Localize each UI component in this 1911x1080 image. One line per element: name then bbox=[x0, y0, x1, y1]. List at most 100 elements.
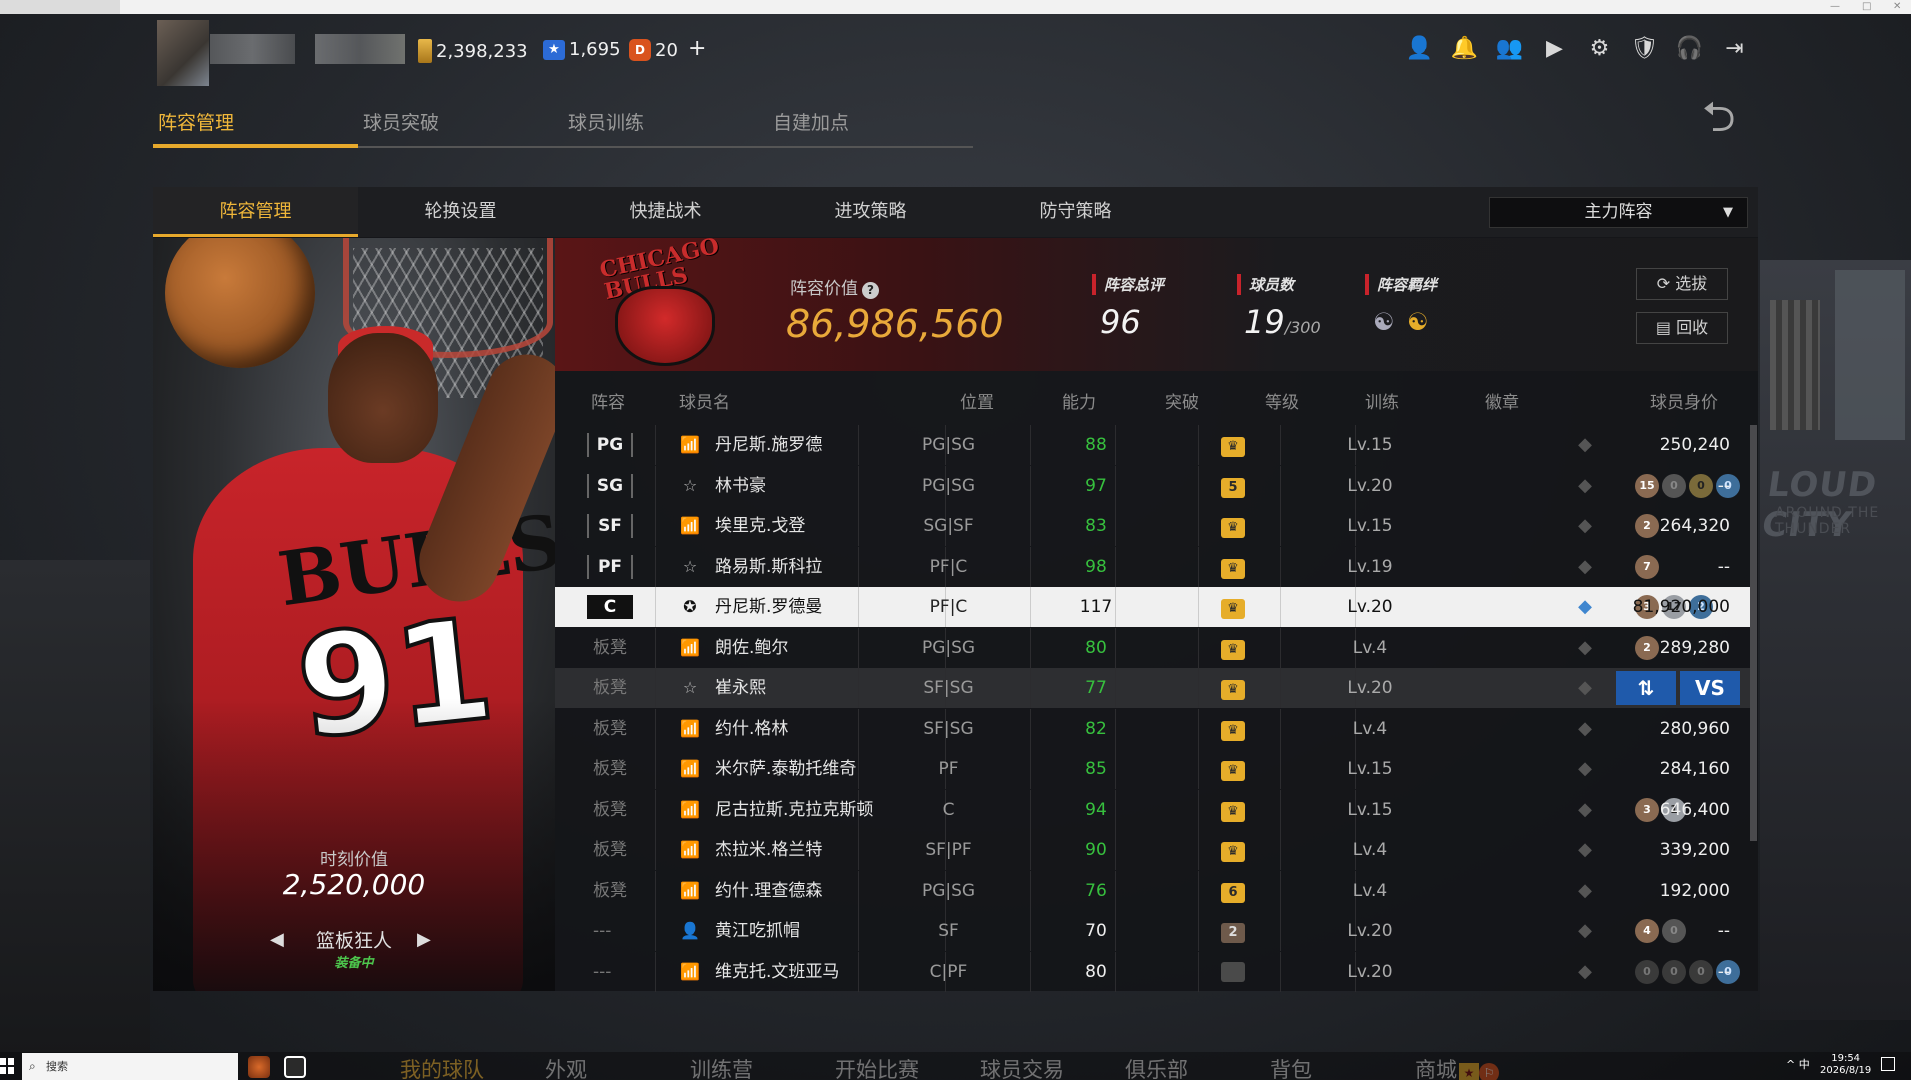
tab-breakthrough[interactable]: 球员突破 bbox=[358, 108, 563, 148]
training-icon[interactable]: ◆ bbox=[1570, 516, 1600, 536]
training-icon[interactable]: ◆ bbox=[1570, 961, 1600, 982]
video-icon[interactable]: ▶ bbox=[1540, 34, 1569, 62]
taskbar-search[interactable]: ⌕ 搜索 bbox=[22, 1053, 238, 1080]
training-icon[interactable]: ◆ bbox=[1570, 799, 1600, 820]
badge-icon[interactable]: 3 bbox=[1635, 797, 1659, 822]
shield-icon[interactable]: 🛡 bbox=[1630, 34, 1659, 62]
position-slot[interactable]: SF bbox=[587, 514, 633, 538]
training-icon[interactable]: ◆ bbox=[1570, 678, 1600, 698]
bond-icon-2[interactable]: ☯ bbox=[1407, 308, 1429, 336]
badge-icon[interactable]: 15 bbox=[1635, 473, 1659, 498]
breakthrough-icon[interactable]: ♛ bbox=[1221, 437, 1245, 457]
breakthrough-icon[interactable]: 5 bbox=[1221, 477, 1245, 498]
table-row[interactable]: PG 📶 丹尼斯.施罗德 PG|SG 88 ♛ Lv.15 ◆ 250,240 bbox=[555, 425, 1750, 465]
badge-icon[interactable]: 4 bbox=[1635, 919, 1659, 943]
breakthrough-icon[interactable]: 2 bbox=[1221, 923, 1245, 943]
help-icon[interactable]: ? bbox=[862, 282, 879, 299]
breakthrough-icon[interactable]: ♛ bbox=[1221, 558, 1245, 579]
table-row[interactable]: 板凳 📶 杰拉米.格兰特 SF|PF 90 ♛ Lv.4 ◆ 339,200 bbox=[555, 830, 1750, 870]
breakthrough-icon[interactable] bbox=[1221, 961, 1245, 982]
player-name[interactable]: 约什.格林 bbox=[715, 709, 788, 749]
player-name[interactable]: 约什.理查德森 bbox=[715, 871, 822, 911]
breakthrough-icon[interactable]: ♛ bbox=[1221, 720, 1245, 741]
badge-icon[interactable]: 2 bbox=[1635, 514, 1659, 538]
breakthrough-icon[interactable]: ♛ bbox=[1221, 639, 1245, 660]
table-row[interactable]: --- 👤 黄江吃抓帽 SF 70 2 Lv.20 ◆ 4 0 -- bbox=[555, 911, 1750, 951]
table-row[interactable]: C ✪ 丹尼斯.罗德曼 PF|C 117 ♛ Lv.20 ◆ 3 17 2 81,920,000 bbox=[555, 587, 1750, 627]
col-training[interactable]: 训练 bbox=[1365, 388, 1399, 413]
player-name[interactable]: 丹尼斯.罗德曼 bbox=[715, 587, 822, 627]
select-button[interactable]: ⟳ 选拔 bbox=[1636, 268, 1728, 300]
minimize-icon[interactable]: — bbox=[1830, 0, 1840, 14]
player-name[interactable]: 尼古拉斯.克拉克斯顿 bbox=[715, 790, 873, 830]
player-name[interactable]: 林书豪 bbox=[715, 466, 766, 506]
table-row[interactable]: --- 📶 维克托.文班亚马 C|PF 80 Lv.20 ◆ 0 0 0 0 -- bbox=[555, 951, 1750, 992]
back-arrow-icon[interactable]: ⮌ bbox=[1702, 96, 1736, 138]
player-name[interactable]: 崔永熙 bbox=[715, 668, 766, 708]
training-icon[interactable]: ◆ bbox=[1570, 435, 1600, 455]
subtab-defense[interactable]: 防守策略 bbox=[973, 187, 1178, 237]
table-row[interactable]: 板凳 📶 朗佐.鲍尔 PG|SG 80 ♛ Lv.4 ◆ 2 289,280 bbox=[555, 627, 1750, 668]
col-breakthrough[interactable]: 突破 bbox=[1165, 388, 1199, 413]
bond-icon-1[interactable]: ☯ bbox=[1373, 308, 1395, 336]
training-icon[interactable]: ◆ bbox=[1570, 718, 1600, 739]
headset-icon[interactable]: 🎧 bbox=[1675, 34, 1704, 62]
col-slot[interactable]: 阵容 bbox=[591, 388, 625, 413]
taskbar-clock[interactable]: 19:54 2026/8/19 bbox=[1820, 1053, 1871, 1077]
table-row[interactable]: 板凳 📶 约什.格林 SF|SG 82 ♛ Lv.4 ◆ 280,960 bbox=[555, 708, 1750, 749]
subtab-offense[interactable]: 进攻策略 bbox=[768, 187, 973, 237]
windows-start-icon[interactable] bbox=[0, 1058, 14, 1074]
badge-icon[interactable]: 0 bbox=[1689, 959, 1713, 984]
qq-app-icon[interactable] bbox=[284, 1056, 306, 1078]
training-icon[interactable]: ◆ bbox=[1570, 556, 1600, 577]
table-row[interactable]: 板凳 📶 米尔萨.泰勒托维奇 PF 85 ♛ Lv.15 ◆ 284,160 bbox=[555, 749, 1750, 789]
col-badges[interactable]: 徽章 bbox=[1485, 388, 1519, 413]
system-tray[interactable]: ^ 中 bbox=[1786, 1056, 1810, 1072]
next-card-arrow-icon[interactable]: ▶ bbox=[417, 929, 431, 950]
maximize-icon[interactable]: □ bbox=[1862, 0, 1871, 14]
training-icon[interactable]: ◆ bbox=[1570, 597, 1600, 617]
player-name[interactable]: 埃里克.戈登 bbox=[715, 506, 805, 546]
col-level[interactable]: 等级 bbox=[1265, 388, 1299, 413]
add-currency-button[interactable]: + bbox=[688, 36, 706, 61]
position-slot[interactable]: PF bbox=[587, 554, 633, 579]
badge-icon[interactable]: 0 bbox=[1662, 473, 1686, 498]
notification-icon[interactable] bbox=[1881, 1057, 1895, 1071]
player-name[interactable]: 米尔萨.泰勒托维奇 bbox=[715, 749, 856, 789]
swap-button[interactable]: ⇅ bbox=[1616, 671, 1676, 705]
breakthrough-icon[interactable]: 6 bbox=[1221, 882, 1245, 903]
breakthrough-icon[interactable]: ♛ bbox=[1221, 518, 1245, 538]
training-icon[interactable]: ◆ bbox=[1570, 475, 1600, 496]
game-app-icon[interactable] bbox=[248, 1056, 270, 1078]
compare-button[interactable]: VS bbox=[1680, 671, 1740, 705]
bell-icon[interactable]: 🔔 bbox=[1450, 34, 1479, 62]
browser-tab[interactable] bbox=[0, 0, 120, 14]
friends-icon[interactable]: 👥 bbox=[1495, 34, 1524, 62]
player-name[interactable]: 黄江吃抓帽 bbox=[715, 911, 800, 951]
position-slot[interactable]: PG bbox=[587, 433, 633, 457]
player-name[interactable]: 杰拉米.格兰特 bbox=[715, 830, 822, 870]
badge-icon[interactable]: 0 bbox=[1635, 959, 1659, 984]
table-row[interactable]: 板凳 📶 尼古拉斯.克拉克斯顿 C 94 ♛ Lv.15 ◆ 3 1 646,400 bbox=[555, 789, 1750, 830]
breakthrough-icon[interactable]: ♛ bbox=[1221, 761, 1245, 781]
breakthrough-icon[interactable]: ♛ bbox=[1221, 801, 1245, 822]
badge-icon[interactable]: 2 bbox=[1635, 635, 1659, 660]
badge-icon[interactable]: 0 bbox=[1689, 473, 1713, 498]
player-name[interactable]: 路易斯.斯科拉 bbox=[715, 547, 822, 587]
training-icon[interactable]: ◆ bbox=[1570, 637, 1600, 658]
training-icon[interactable]: ◆ bbox=[1570, 759, 1600, 779]
player-name[interactable]: 维克托.文班亚马 bbox=[715, 952, 839, 992]
table-row[interactable]: 板凳 ☆ 崔永熙 SF|SG 77 ♛ Lv.20 ◆ ⇅ VS bbox=[555, 668, 1750, 708]
training-icon[interactable]: ◆ bbox=[1570, 921, 1600, 941]
recycle-button[interactable]: ▤ 回收 bbox=[1636, 312, 1728, 344]
col-position[interactable]: 位置 bbox=[960, 388, 994, 413]
tab-lineup[interactable]: 阵容管理 bbox=[153, 108, 358, 148]
subtab-quick-tactics[interactable]: 快捷战术 bbox=[563, 187, 768, 237]
lineup-select[interactable]: 主力阵容 ▼ bbox=[1489, 197, 1748, 228]
subtab-lineup[interactable]: 阵容管理 bbox=[153, 187, 358, 237]
table-row[interactable]: 板凳 📶 约什.理查德森 PG|SG 76 6 Lv.4 ◆ 192,000 bbox=[555, 870, 1750, 911]
breakthrough-icon[interactable]: ♛ bbox=[1221, 680, 1245, 700]
breakthrough-icon[interactable]: ♛ bbox=[1221, 599, 1245, 619]
close-icon[interactable]: ✕ bbox=[1893, 0, 1901, 14]
player-name[interactable]: 朗佐.鲍尔 bbox=[715, 628, 788, 668]
